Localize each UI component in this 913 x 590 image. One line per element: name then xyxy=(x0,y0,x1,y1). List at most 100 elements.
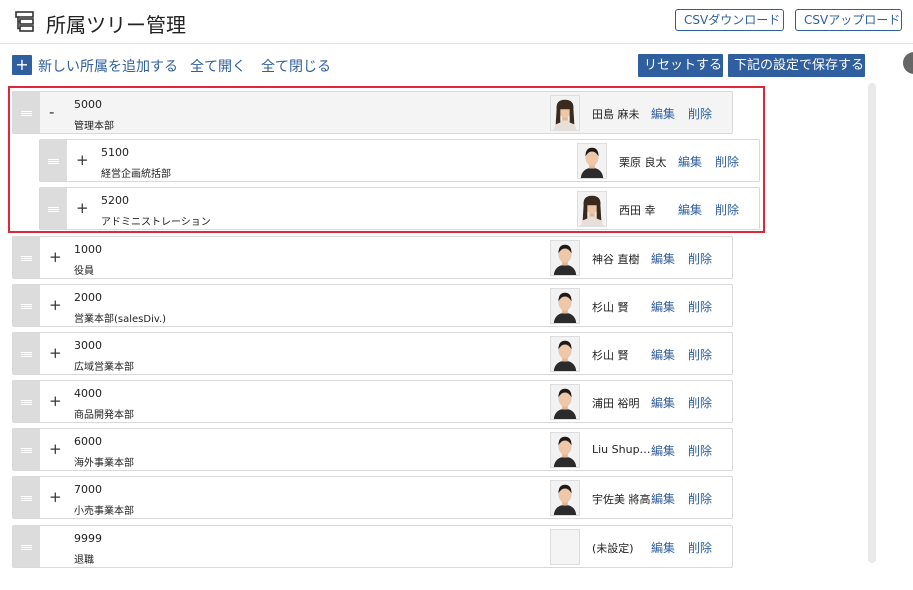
drag-handle-icon[interactable] xyxy=(13,381,40,422)
department-code: 5200 xyxy=(101,194,129,207)
page-title: 所属ツリー管理 xyxy=(46,13,186,37)
save-settings-button[interactable]: 下記の設定で保存する xyxy=(728,54,865,77)
avatar xyxy=(550,95,580,131)
tree-row[interactable]: 9999 退職 (未設定) 編集 削除 xyxy=(12,525,733,568)
expand-toggle[interactable]: + xyxy=(49,392,62,410)
delete-link[interactable]: 削除 xyxy=(688,442,712,459)
department-code: 9999 xyxy=(74,532,102,545)
delete-link[interactable]: 削除 xyxy=(688,539,712,556)
expand-toggle[interactable]: + xyxy=(49,440,62,458)
expand-toggle[interactable]: + xyxy=(49,344,62,362)
expand-toggle[interactable]: + xyxy=(49,488,62,506)
reset-button[interactable]: リセットする xyxy=(638,54,723,77)
tree-row[interactable]: +5200 アドミニストレーション 西田 幸 編集 削除 xyxy=(39,187,760,230)
avatar xyxy=(550,384,580,420)
delete-link[interactable]: 削除 xyxy=(688,105,712,122)
edit-link[interactable]: 編集 xyxy=(651,298,675,315)
drag-handle-icon[interactable] xyxy=(13,526,40,567)
avatar xyxy=(550,529,580,565)
edit-link[interactable]: 編集 xyxy=(651,250,675,267)
tree-row[interactable]: +4000 商品開発本部 浦田 裕明 編集 削除 xyxy=(12,380,733,423)
manager-name: 田島 麻未 xyxy=(592,108,640,121)
delete-link[interactable]: 削除 xyxy=(715,153,739,170)
add-department-link[interactable]: 新しい所属を追加する xyxy=(38,56,178,76)
edit-link[interactable]: 編集 xyxy=(651,442,675,459)
manager-name: 杉山 賢 xyxy=(592,301,629,314)
edit-link[interactable]: 編集 xyxy=(678,201,702,218)
expand-toggle[interactable]: - xyxy=(49,103,54,121)
drag-handle-icon[interactable] xyxy=(13,429,40,470)
delete-link[interactable]: 削除 xyxy=(688,490,712,507)
expand-all-link[interactable]: 全て開く xyxy=(190,56,246,76)
drag-handle-icon[interactable] xyxy=(13,285,40,326)
manager-name: Liu Shup… xyxy=(592,443,651,456)
expand-toggle[interactable]: + xyxy=(49,248,62,266)
manager-name: 宇佐美 將高 xyxy=(592,493,651,506)
expand-toggle[interactable]: + xyxy=(76,199,89,217)
department-code: 4000 xyxy=(74,387,102,400)
delete-link[interactable]: 削除 xyxy=(688,298,712,315)
department-code: 6000 xyxy=(74,435,102,448)
scrollbar[interactable] xyxy=(868,83,876,563)
manager-name: 浦田 裕明 xyxy=(592,397,640,410)
csv-download-button[interactable]: CSVダウンロード xyxy=(675,9,784,31)
department-name: 海外事業本部 xyxy=(74,458,134,469)
department-code: 1000 xyxy=(74,243,102,256)
avatar xyxy=(577,191,607,227)
manager-name: (未設定) xyxy=(592,542,634,555)
expand-toggle[interactable]: + xyxy=(76,151,89,169)
edit-link[interactable]: 編集 xyxy=(651,105,675,122)
page-header: 所属ツリー管理 CSVダウンロード CSVアップロード xyxy=(0,0,913,44)
manager-name: 西田 幸 xyxy=(619,204,656,217)
department-name: 小売事業本部 xyxy=(74,506,134,517)
tree-icon xyxy=(15,11,34,32)
csv-upload-button[interactable]: CSVアップロード xyxy=(795,9,902,31)
add-icon[interactable]: + xyxy=(12,55,32,75)
avatar xyxy=(550,336,580,372)
avatar xyxy=(550,480,580,516)
tree-row[interactable]: +1000 役員 神谷 直樹 編集 削除 xyxy=(12,236,733,279)
expand-toggle[interactable]: + xyxy=(49,296,62,314)
manager-name: 栗原 良太 xyxy=(619,156,667,169)
department-code: 3000 xyxy=(74,339,102,352)
department-name: アドミニストレーション xyxy=(101,217,211,228)
edit-link[interactable]: 編集 xyxy=(651,346,675,363)
avatar xyxy=(550,288,580,324)
tree-row[interactable]: +3000 広域営業本部 杉山 賢 編集 削除 xyxy=(12,332,733,375)
avatar xyxy=(577,143,607,179)
department-name: 広域営業本部 xyxy=(74,362,134,373)
tree-row[interactable]: +2000 営業本部(salesDiv.) 杉山 賢 編集 削除 xyxy=(12,284,733,327)
drag-handle-icon[interactable] xyxy=(40,140,67,181)
drag-handle-icon[interactable] xyxy=(40,188,67,229)
tree-row[interactable]: +7000 小売事業本部 宇佐美 將高 編集 削除 xyxy=(12,476,733,519)
edit-link[interactable]: 編集 xyxy=(651,394,675,411)
avatar xyxy=(550,432,580,468)
delete-link[interactable]: 削除 xyxy=(715,201,739,218)
department-code: 2000 xyxy=(74,291,102,304)
manager-name: 神谷 直樹 xyxy=(592,253,640,266)
tree-row[interactable]: - 5000 管理本部 田島 麻未 編集 削除 xyxy=(12,91,733,134)
edit-link[interactable]: 編集 xyxy=(651,490,675,507)
delete-link[interactable]: 削除 xyxy=(688,250,712,267)
edit-link[interactable]: 編集 xyxy=(651,539,675,556)
department-name: 管理本部 xyxy=(74,121,114,132)
department-code: 5100 xyxy=(101,146,129,159)
department-code: 7000 xyxy=(74,483,102,496)
delete-link[interactable]: 削除 xyxy=(688,394,712,411)
tree-row[interactable]: +6000 海外事業本部 Liu Shup… 編集 削除 xyxy=(12,428,733,471)
department-name: 退職 xyxy=(74,555,94,566)
drag-handle-icon[interactable] xyxy=(13,333,40,374)
department-name: 経営企画統括部 xyxy=(101,169,171,180)
manager-name: 杉山 賢 xyxy=(592,349,629,362)
avatar xyxy=(550,240,580,276)
edit-link[interactable]: 編集 xyxy=(678,153,702,170)
drag-handle-icon[interactable] xyxy=(13,92,40,133)
drag-handle-icon[interactable] xyxy=(13,237,40,278)
side-panel-toggle[interactable] xyxy=(903,52,913,74)
tree-row[interactable]: +5100 経営企画統括部 栗原 良太 編集 削除 xyxy=(39,139,760,182)
department-name: 役員 xyxy=(74,266,94,277)
delete-link[interactable]: 削除 xyxy=(688,346,712,363)
drag-handle-icon[interactable] xyxy=(13,477,40,518)
collapse-all-link[interactable]: 全て閉じる xyxy=(261,56,331,76)
department-code: 5000 xyxy=(74,98,102,111)
